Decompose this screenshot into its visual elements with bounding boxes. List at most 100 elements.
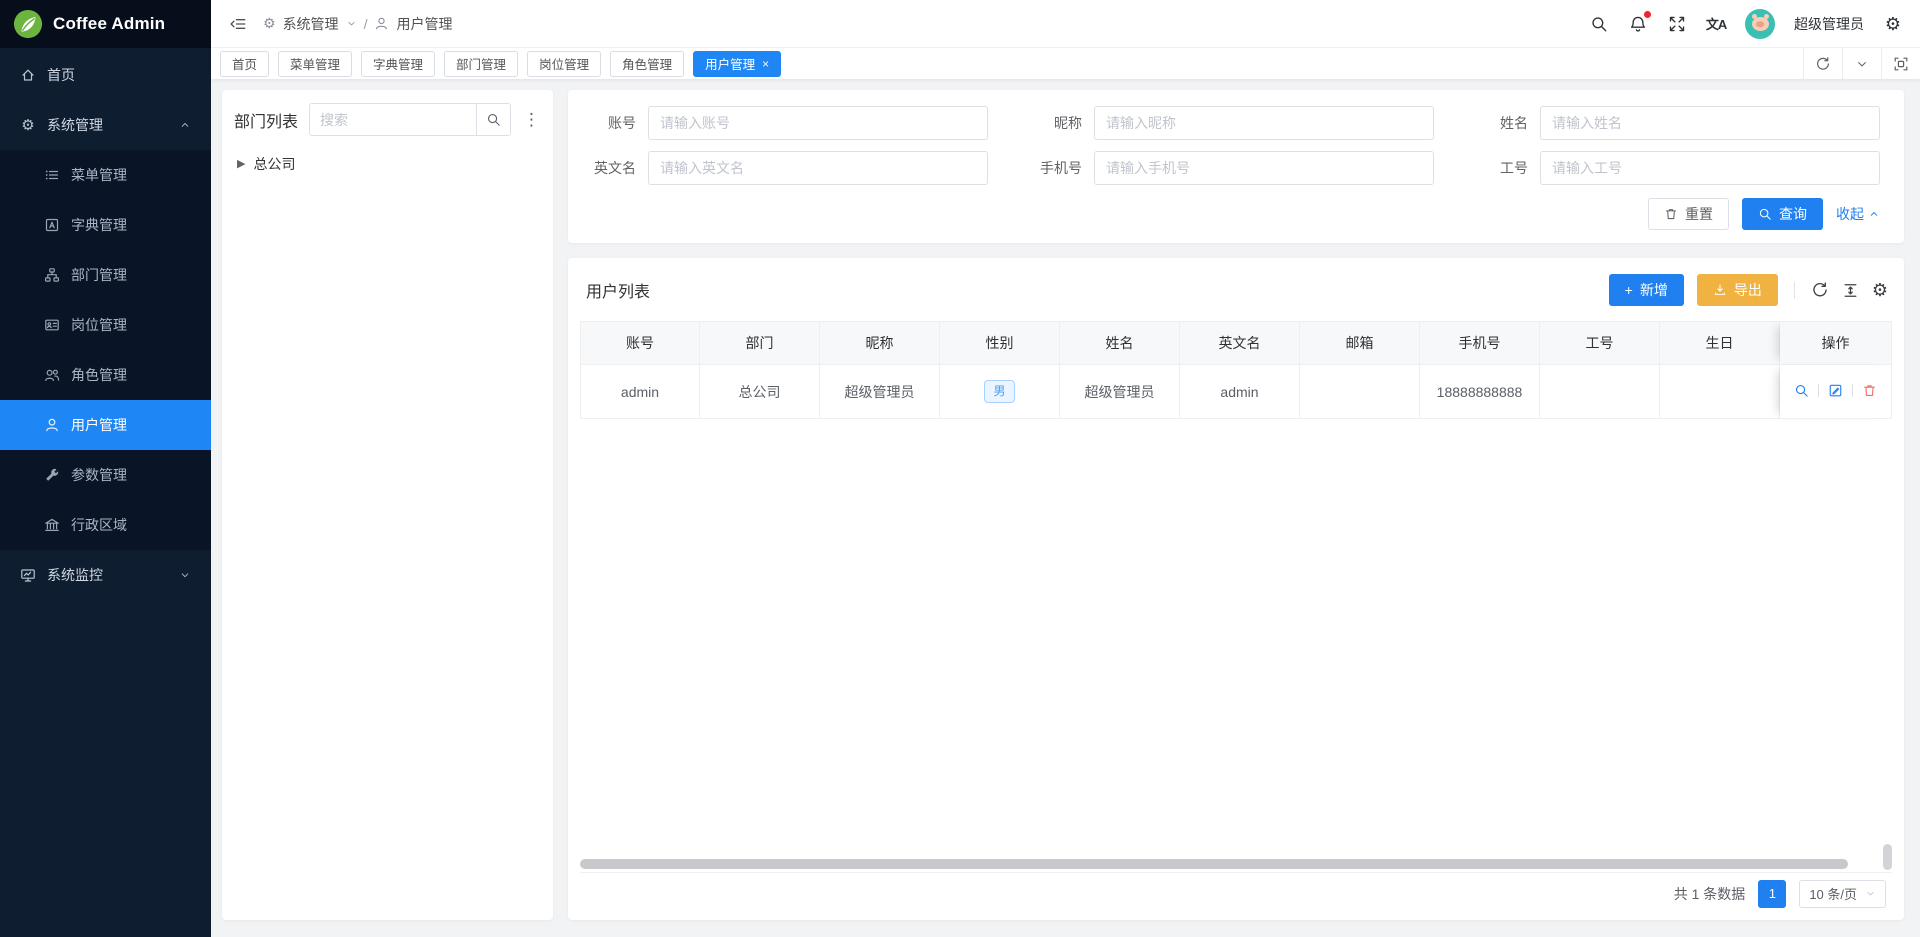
- tree-node-root[interactable]: ▶ 总公司: [237, 151, 538, 177]
- job-number-input[interactable]: [1540, 151, 1880, 185]
- app-logo: Coffee Admin: [0, 0, 211, 48]
- user-list-title: 用户列表: [586, 278, 650, 302]
- sidebar-item-system-monitor[interactable]: 系统监控: [0, 550, 211, 600]
- department-search-button[interactable]: [476, 103, 511, 136]
- delete-icon[interactable]: [1862, 383, 1877, 398]
- sidebar-item-post-management[interactable]: 岗位管理: [0, 300, 211, 350]
- filter-field-english-name: 英文名: [592, 151, 988, 185]
- monitor-icon: [20, 567, 36, 583]
- sidebar-item-menu-management[interactable]: 菜单管理: [0, 150, 211, 200]
- sidebar-item-admin-region[interactable]: 行政区域: [0, 500, 211, 550]
- translate-icon[interactable]: 文A: [1706, 14, 1726, 34]
- field-label: 账号: [592, 113, 636, 133]
- tab-user-management[interactable]: 用户管理 ×: [693, 51, 781, 77]
- sidebar-item-role-management[interactable]: 角色管理: [0, 350, 211, 400]
- breadcrumb-page[interactable]: 用户管理: [396, 14, 452, 34]
- chevron-up-icon: [1868, 208, 1880, 220]
- column-header: 英文名: [1180, 321, 1300, 365]
- user-icon: [44, 417, 60, 433]
- add-user-button[interactable]: + 新增: [1609, 274, 1684, 306]
- chevron-up-icon: [179, 119, 191, 131]
- page-number-button[interactable]: 1: [1758, 880, 1786, 908]
- username[interactable]: 超级管理员: [1794, 14, 1864, 34]
- nickname-input[interactable]: [1094, 106, 1434, 140]
- refresh-icon[interactable]: [1811, 281, 1829, 299]
- app-root: Coffee Admin 首页 ⚙ 系统管理: [0, 0, 1920, 937]
- column-settings-gear-icon[interactable]: ⚙: [1872, 281, 1888, 299]
- name-input[interactable]: [1540, 106, 1880, 140]
- tab-home[interactable]: 首页: [220, 51, 269, 77]
- tab-dept-management[interactable]: 部门管理: [444, 51, 518, 77]
- filter-field-nickname: 昵称: [1038, 106, 1434, 140]
- reset-label: 重置: [1685, 204, 1713, 224]
- cell-nickname: 超级管理员: [820, 365, 940, 419]
- tab-role-management[interactable]: 角色管理: [610, 51, 684, 77]
- search-icon[interactable]: [1589, 14, 1609, 34]
- user-avatar[interactable]: [1745, 9, 1775, 39]
- sidebar-menu: 首页 ⚙ 系统管理 菜单管理: [0, 48, 211, 937]
- user-table: 账号 部门 昵称 性别 姓名 英文名 邮箱 手机号 工号 生日: [580, 321, 1892, 872]
- tab-label: 角色管理: [622, 54, 672, 73]
- sidebar-item-dept-management[interactable]: 部门管理: [0, 250, 211, 300]
- kebab-menu-icon[interactable]: ⋮: [522, 111, 541, 128]
- breadcrumb-section[interactable]: 系统管理: [283, 14, 339, 34]
- phone-input[interactable]: [1094, 151, 1434, 185]
- cell-birthday: [1660, 365, 1780, 419]
- account-input[interactable]: [648, 106, 988, 140]
- breadcrumb: ⚙ 系统管理 / 用户管理: [263, 14, 452, 34]
- vertical-scrollbar-thumb[interactable]: [1883, 844, 1892, 870]
- caret-right-icon[interactable]: ▶: [237, 159, 245, 170]
- maximize-icon[interactable]: [1881, 48, 1920, 79]
- cell-email: [1300, 365, 1420, 419]
- download-icon: [1713, 283, 1727, 297]
- notification-bell-icon[interactable]: [1628, 14, 1648, 34]
- collapse-filter-link[interactable]: 收起: [1836, 204, 1880, 224]
- tab-menu-management[interactable]: 菜单管理: [278, 51, 352, 77]
- tab-dict-management[interactable]: 字典管理: [361, 51, 435, 77]
- wrench-icon: [44, 467, 60, 483]
- avatar-pig-face: [1752, 17, 1769, 31]
- horizontal-scrollbar-thumb[interactable]: [580, 859, 1848, 869]
- settings-gear-icon[interactable]: ⚙: [1883, 14, 1903, 34]
- content-area: 部门列表 ⋮ ▶ 总公司: [211, 79, 1920, 937]
- sidebar-item-user-management[interactable]: 用户管理: [0, 400, 211, 450]
- tab-label: 部门管理: [456, 54, 506, 73]
- department-search-input[interactable]: [309, 103, 476, 136]
- chevron-down-icon[interactable]: [1842, 48, 1881, 79]
- sidebar-item-label: 菜单管理: [71, 165, 127, 185]
- page-size-select[interactable]: 10 条/页: [1799, 880, 1886, 908]
- filter-field-account: 账号: [592, 106, 988, 140]
- view-icon[interactable]: [1794, 383, 1809, 398]
- page-size-value: 10 条/页: [1809, 884, 1857, 903]
- dictionary-icon: [44, 217, 60, 233]
- app-title: Coffee Admin: [53, 14, 165, 34]
- close-icon[interactable]: ×: [762, 58, 769, 70]
- export-button[interactable]: 导出: [1697, 274, 1778, 306]
- row-height-icon[interactable]: [1842, 282, 1859, 299]
- refresh-icon[interactable]: [1803, 48, 1842, 79]
- sidebar-item-label: 角色管理: [71, 365, 127, 385]
- cell-gender: 男: [940, 365, 1060, 419]
- menu-fold-icon[interactable]: [228, 14, 248, 34]
- tabs-bar: 首页 菜单管理 字典管理 部门管理 岗位管理 角色管理 用户管理 ×: [211, 47, 1920, 79]
- edit-icon[interactable]: [1828, 383, 1843, 398]
- sidebar-item-system-management[interactable]: ⚙ 系统管理: [0, 100, 211, 150]
- collapse-label: 收起: [1836, 204, 1864, 224]
- gear-icon: ⚙: [263, 15, 276, 32]
- export-label: 导出: [1734, 280, 1762, 300]
- query-button[interactable]: 查询: [1742, 198, 1823, 230]
- sidebar-submenu-system: 菜单管理 字典管理 部门管理: [0, 150, 211, 550]
- sidebar-item-label: 参数管理: [71, 465, 127, 485]
- sidebar-item-dict-management[interactable]: 字典管理: [0, 200, 211, 250]
- fullscreen-icon[interactable]: [1667, 14, 1687, 34]
- sidebar-item-home[interactable]: 首页: [0, 50, 211, 100]
- tab-post-management[interactable]: 岗位管理: [527, 51, 601, 77]
- reset-button[interactable]: 重置: [1648, 198, 1729, 230]
- english-name-input[interactable]: [648, 151, 988, 185]
- department-tree: ▶ 总公司: [234, 136, 541, 192]
- field-label: 姓名: [1484, 113, 1528, 133]
- sidebar-item-param-management[interactable]: 参数管理: [0, 450, 211, 500]
- department-search-group: [309, 103, 511, 136]
- field-label: 英文名: [592, 158, 636, 178]
- user-icon: [374, 16, 389, 31]
